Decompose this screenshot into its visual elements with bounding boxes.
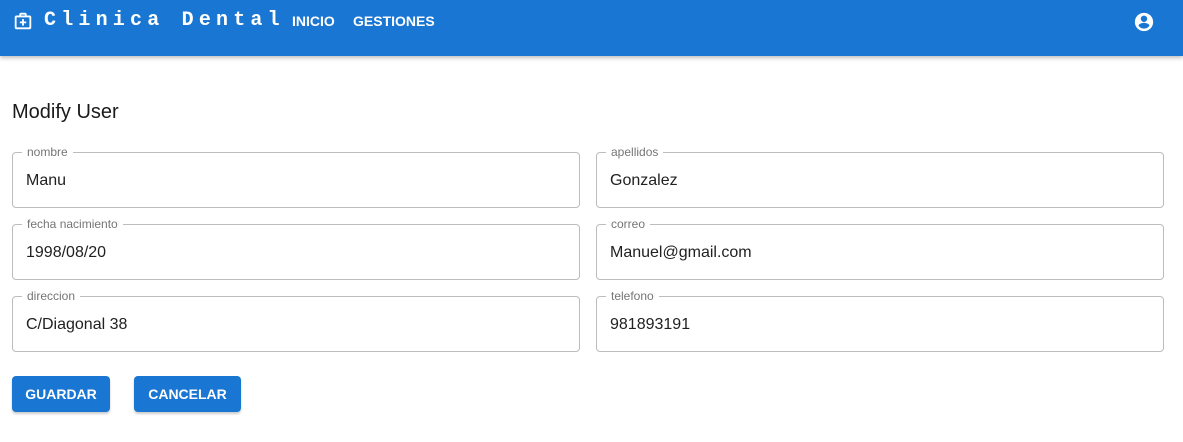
correo-input[interactable] xyxy=(610,242,1150,264)
app-bar: Clinica Dental INICIO GESTIONES xyxy=(0,0,1183,56)
direccion-label: direccion xyxy=(22,290,81,302)
app-title: Clinica Dental xyxy=(44,9,285,32)
apellidos-input[interactable] xyxy=(610,170,1150,192)
nav-gestiones-link[interactable]: GESTIONES xyxy=(353,13,435,29)
apellidos-field: apellidos xyxy=(596,146,1164,208)
medical-bag-icon xyxy=(14,12,32,30)
telefono-label: telefono xyxy=(606,290,659,302)
page-title: Modify User xyxy=(12,101,119,123)
cancel-button[interactable]: CANCELAR xyxy=(134,376,241,412)
nav-inicio-link[interactable]: INICIO xyxy=(292,13,335,29)
save-button[interactable]: GUARDAR xyxy=(12,376,110,412)
fecha-nacimiento-field: fecha nacimiento xyxy=(12,218,580,280)
direccion-field: direccion xyxy=(12,290,580,352)
nombre-input[interactable] xyxy=(26,170,566,192)
nombre-label: nombre xyxy=(22,146,73,158)
apellidos-label: apellidos xyxy=(606,146,664,158)
telefono-input[interactable] xyxy=(610,314,1150,336)
fecha-nacimiento-label: fecha nacimiento xyxy=(22,218,123,230)
nombre-field: nombre xyxy=(12,146,580,208)
correo-label: correo xyxy=(606,218,651,230)
direccion-input[interactable] xyxy=(26,314,566,336)
account-circle-icon[interactable] xyxy=(1133,11,1155,33)
correo-field: correo xyxy=(596,218,1164,280)
telefono-field: telefono xyxy=(596,290,1164,352)
fecha-nacimiento-input[interactable] xyxy=(26,242,566,264)
